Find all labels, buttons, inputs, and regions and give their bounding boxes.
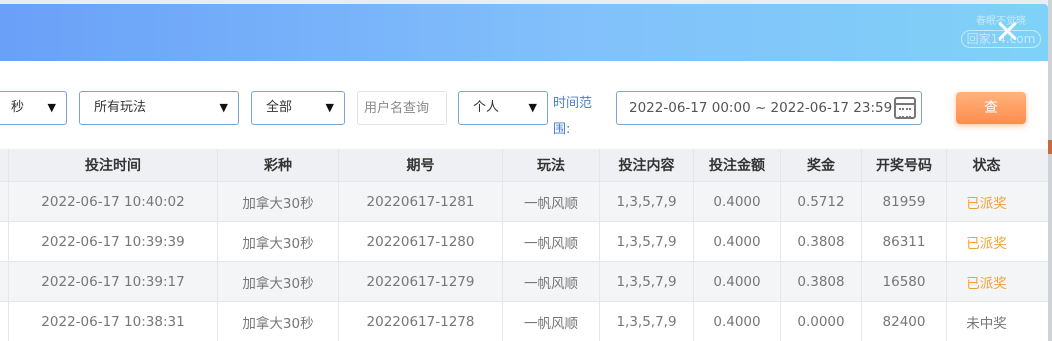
chevron-down-icon: ▼ xyxy=(47,101,56,114)
cell-issue: 20220617-1279 xyxy=(338,262,502,301)
cell-time: 2022-06-17 10:40:02 xyxy=(8,182,217,221)
cell-time: 2022-06-17 10:38:31 xyxy=(8,302,217,341)
owner-select[interactable]: 个人 ▼ xyxy=(458,91,548,125)
cell-lottery: 加拿大30秒 xyxy=(217,222,338,261)
scope-value: 全部 xyxy=(266,100,293,115)
chevron-down-icon: ▼ xyxy=(528,101,537,114)
search-button[interactable]: 查 xyxy=(956,92,1026,124)
cell-status: 未中奖 xyxy=(946,302,1026,341)
table-row: 2022-06-17 10:40:02 加拿大30秒 20220617-1281… xyxy=(0,182,1048,222)
close-icon[interactable] xyxy=(996,20,1018,42)
cell-prize: 0.3808 xyxy=(780,222,861,261)
cell-issue: 20220617-1280 xyxy=(338,222,502,261)
column-header-play: 玩法 xyxy=(502,149,599,181)
cell-lottery: 加拿大30秒 xyxy=(217,262,338,301)
cell-time: 2022-06-17 10:39:17 xyxy=(8,262,217,301)
cell-lottery: 加拿大30秒 xyxy=(217,182,338,221)
cell-amount: 0.4000 xyxy=(693,182,780,221)
cell-content: 1,3,5,7,9 xyxy=(599,222,693,261)
cell-status: 已派奖 xyxy=(946,222,1026,261)
cell-play: 一帆风顺 xyxy=(502,222,599,261)
game-time-value: 秒 xyxy=(11,100,25,115)
cell-time: 2022-06-17 10:39:39 xyxy=(8,222,217,261)
table-row: 2022-06-17 10:39:39 加拿大30秒 20220617-1280… xyxy=(0,222,1048,262)
calendar-icon[interactable] xyxy=(894,97,916,119)
table-header-row: 投注时间 彩种 期号 玩法 投注内容 投注金额 奖金 开奖号码 状态 xyxy=(0,149,1048,182)
table-row: 2022-06-17 10:39:17 加拿大30秒 20220617-1279… xyxy=(0,262,1048,302)
cell-lottery: 加拿大30秒 xyxy=(217,302,338,341)
play-type-select[interactable]: 所有玩法 ▼ xyxy=(79,91,239,125)
cell-status: 已派奖 xyxy=(946,262,1026,301)
chevron-down-icon: ▼ xyxy=(219,101,228,114)
bet-records-dialog: 春眠不觉晓 回家14.com 秒 ▼ 所有玩法 ▼ 全部 ▼ 个人 ▼ 时间范围… xyxy=(0,4,1048,341)
dialog-header: 春眠不觉晓 回家14.com xyxy=(0,4,1048,61)
column-header-lottery: 彩种 xyxy=(217,149,338,181)
cell-numbers: 86311 xyxy=(861,222,946,261)
username-search-input[interactable] xyxy=(357,91,447,125)
cell-amount: 0.4000 xyxy=(693,262,780,301)
cell-content: 1,3,5,7,9 xyxy=(599,182,693,221)
cell-prize: 0.3808 xyxy=(780,262,861,301)
cell-amount: 0.4000 xyxy=(693,222,780,261)
date-range-picker[interactable]: 2022-06-17 00:00 ~ 2022-06-17 23:59 xyxy=(616,91,922,125)
cell-numbers: 81959 xyxy=(861,182,946,221)
game-time-select[interactable]: 秒 ▼ xyxy=(0,91,67,125)
cell-content: 1,3,5,7,9 xyxy=(599,262,693,301)
owner-value: 个人 xyxy=(473,100,500,115)
column-header-status: 状态 xyxy=(946,149,1026,181)
cell-issue: 20220617-1281 xyxy=(338,182,502,221)
table-row: 2022-06-17 10:38:31 加拿大30秒 20220617-1278… xyxy=(0,302,1048,341)
filter-bar: 秒 ▼ 所有玩法 ▼ 全部 ▼ 个人 ▼ 时间范围: 2022-06-17 00… xyxy=(0,61,1048,149)
cell-issue: 20220617-1278 xyxy=(338,302,502,341)
chevron-down-icon: ▼ xyxy=(325,101,334,114)
date-range-value: 2022-06-17 00:00 ~ 2022-06-17 23:59 xyxy=(629,100,893,116)
background-page-edge xyxy=(1048,0,1052,341)
cell-numbers: 82400 xyxy=(861,302,946,341)
column-header-issue: 期号 xyxy=(338,149,502,181)
play-type-value: 所有玩法 xyxy=(94,100,147,115)
cell-status: 已派奖 xyxy=(946,182,1026,221)
cell-play: 一帆风顺 xyxy=(502,182,599,221)
cell-content: 1,3,5,7,9 xyxy=(599,302,693,341)
cell-numbers: 16580 xyxy=(861,262,946,301)
cell-prize: 0.0000 xyxy=(780,302,861,341)
cell-play: 一帆风顺 xyxy=(502,302,599,341)
column-header-content: 投注内容 xyxy=(599,149,693,181)
column-header-numbers: 开奖号码 xyxy=(861,149,946,181)
cell-amount: 0.4000 xyxy=(693,302,780,341)
time-range-label: 时间范围: xyxy=(553,96,593,137)
column-header-amount: 投注金额 xyxy=(693,149,780,181)
column-header-prize: 奖金 xyxy=(780,149,861,181)
cell-play: 一帆风顺 xyxy=(502,262,599,301)
cell-prize: 0.5712 xyxy=(780,182,861,221)
column-header-time: 投注时间 xyxy=(8,149,217,181)
scope-select[interactable]: 全部 ▼ xyxy=(251,91,345,125)
